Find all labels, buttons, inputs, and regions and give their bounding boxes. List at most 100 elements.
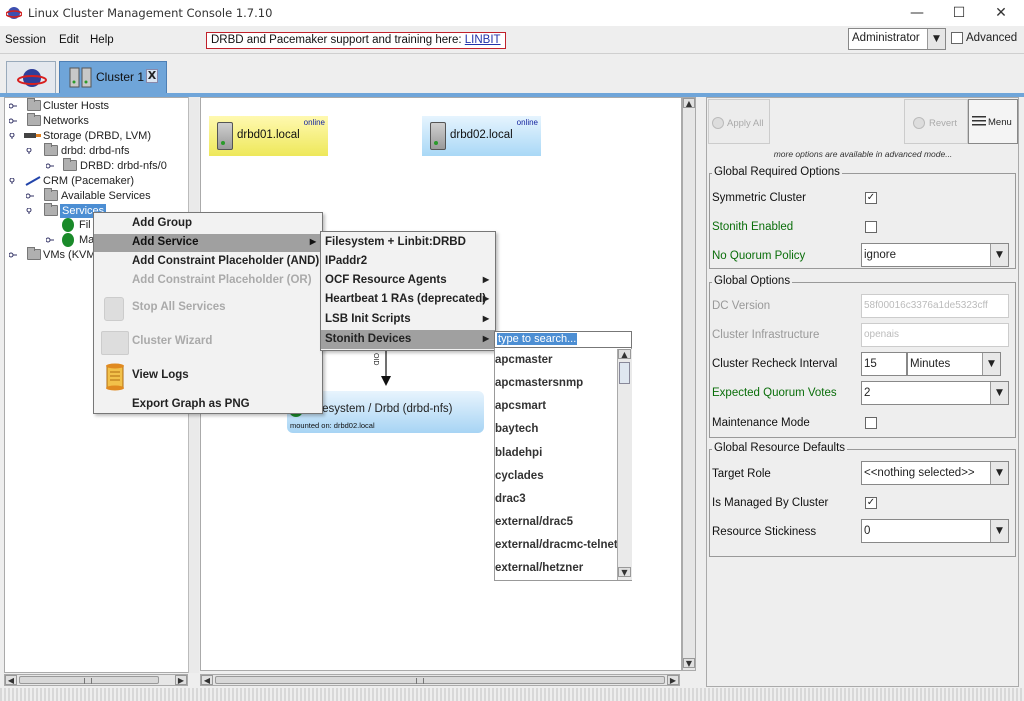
recheck-interval-input[interactable]: 15 (861, 352, 907, 376)
stonith-item-bladehpi[interactable]: bladehpi (495, 447, 542, 459)
stonith-list-scrollbar[interactable]: ▲ ▼ (617, 349, 632, 580)
scroll-down-icon[interactable]: ▼ (683, 658, 695, 668)
tree-handle-icon[interactable] (26, 193, 34, 199)
resource-stickiness-value: 0 (864, 525, 871, 537)
host-node-drbd02[interactable]: online drbd02.local (422, 116, 541, 156)
close-window-button[interactable]: ✕ (986, 3, 1016, 23)
advanced-checkbox[interactable] (951, 32, 963, 44)
menu-item-export-graph[interactable]: Export Graph as PNG (94, 396, 322, 414)
apply-icon (712, 117, 724, 129)
dc-version-value: 58f00016c3376a1de5323cff (864, 300, 988, 311)
tree-handle-icon[interactable] (26, 148, 34, 154)
chevron-down-icon[interactable]: ▼ (927, 29, 945, 49)
submenu-item-stonith-devices[interactable]: Stonith Devices ▶ (321, 330, 495, 349)
graph-horizontal-scrollbar[interactable]: ◀ ▶ (200, 674, 680, 686)
scroll-thumb[interactable] (19, 676, 159, 684)
chevron-down-icon[interactable]: ▼ (982, 353, 1000, 375)
target-role-select[interactable]: <<nothing selected>> ▼ (861, 461, 1009, 485)
menu-item-add-service[interactable]: Add Service ▶ (94, 234, 322, 252)
tree-handle-icon[interactable] (9, 118, 17, 124)
maintenance-mode-checkbox[interactable] (865, 417, 877, 429)
submenu-item-lsb-scripts[interactable]: LSB Init Scripts ▶ (321, 310, 495, 329)
menu-session[interactable]: Session (5, 34, 46, 46)
minimize-button[interactable]: — (902, 3, 932, 23)
scroll-up-icon[interactable]: ▲ (683, 98, 695, 108)
tree-item-storage[interactable]: Storage (DRBD, LVM) (8, 129, 188, 143)
tree-item-cluster-hosts[interactable]: Cluster Hosts (8, 98, 188, 113)
expected-quorum-votes-select[interactable]: 2 ▼ (861, 381, 1009, 405)
stonith-item-external-drac5[interactable]: external/drac5 (495, 516, 573, 528)
stonith-search-input[interactable]: type to search... (494, 331, 632, 348)
folder-icon (27, 98, 41, 111)
recheck-unit-select[interactable]: Minutes ▼ (907, 352, 1001, 376)
tree-item-crm[interactable]: CRM (Pacemaker) (8, 174, 188, 188)
scroll-up-icon[interactable]: ▲ (618, 349, 631, 359)
stonith-enabled-checkbox[interactable] (865, 221, 877, 233)
tree-handle-icon[interactable] (46, 237, 54, 243)
tree-horizontal-scrollbar[interactable]: ◀ ▶ (4, 674, 188, 686)
host-name: drbd02.local (450, 129, 513, 141)
scroll-thumb[interactable] (215, 676, 665, 684)
graph-vertical-scrollbar[interactable]: ▲ ▼ (682, 97, 696, 671)
stonith-item-external-hetzner[interactable]: external/hetzner (495, 562, 583, 574)
scroll-thumb[interactable] (619, 362, 630, 384)
menu-item-view-logs[interactable]: View Logs (94, 363, 322, 391)
tree-handle-icon[interactable] (26, 208, 34, 214)
stonith-item-external-dracmc-telnet[interactable]: external/dracmc-telnet (495, 539, 618, 551)
stonith-item-baytech[interactable]: baytech (495, 423, 538, 435)
no-quorum-policy-select[interactable]: ignore ▼ (861, 243, 1009, 267)
chevron-down-icon[interactable]: ▼ (990, 244, 1008, 266)
close-tab-button[interactable]: X (146, 69, 158, 83)
revert-button[interactable]: Revert (904, 99, 968, 144)
linbit-link[interactable]: LINBIT (465, 34, 501, 46)
stonith-item-cyclades[interactable]: cyclades (495, 470, 544, 482)
tree-handle-icon[interactable] (46, 163, 54, 169)
resource-stickiness-select[interactable]: 0 ▼ (861, 519, 1009, 543)
submenu-arrow-icon: ▶ (482, 314, 489, 323)
menu-item-add-constraint-or[interactable]: Add Constraint Placeholder (OR) (94, 272, 322, 290)
host-node-drbd01[interactable]: online drbd01.local (209, 116, 328, 156)
advanced-label: Advanced (966, 32, 1018, 44)
maximize-button[interactable]: ☐ (944, 3, 974, 23)
menu-edit[interactable]: Edit (59, 34, 79, 46)
tab-home[interactable] (6, 61, 56, 93)
chevron-down-icon[interactable]: ▼ (990, 382, 1008, 404)
no-quorum-policy-label: No Quorum Policy (712, 250, 806, 262)
tab-cluster-1[interactable]: Cluster 1 X (59, 61, 167, 94)
tree-handle-icon[interactable] (9, 252, 17, 258)
tree-handle-icon[interactable] (9, 103, 17, 109)
tree-item-drbd[interactable]: drbd: drbd-nfs (8, 143, 188, 158)
maintenance-mode-label: Maintenance Mode (712, 417, 810, 429)
submenu-item-ipaddr2[interactable]: IPaddr2 (321, 252, 495, 271)
stonith-item-drac3[interactable]: drac3 (495, 493, 526, 505)
chevron-down-icon[interactable]: ▼ (990, 462, 1008, 484)
stonith-item-apcsmart[interactable]: apcsmart (495, 400, 546, 412)
submenu-item-heartbeat-ras[interactable]: Heartbeat 1 RAs (deprecated) ▶ (321, 290, 495, 309)
scroll-right-icon[interactable]: ▶ (667, 675, 679, 685)
scroll-down-icon[interactable]: ▼ (618, 567, 631, 577)
tree-item-available-services[interactable]: Available Services (8, 188, 188, 203)
scroll-left-icon[interactable]: ◀ (5, 675, 17, 685)
chevron-down-icon[interactable]: ▼ (990, 520, 1008, 542)
symmetric-cluster-checkbox[interactable]: ✓ (865, 192, 877, 204)
user-role-select[interactable]: Administrator ▼ (848, 28, 946, 50)
menu-button[interactable]: Menu (968, 99, 1018, 144)
menu-item-cluster-wizard[interactable]: Cluster Wizard (94, 331, 322, 355)
tree-handle-icon[interactable] (9, 178, 17, 184)
apply-all-button[interactable]: Apply All (708, 99, 770, 144)
menu-item-add-group[interactable]: Add Group (94, 215, 322, 233)
tree-item-networks[interactable]: Networks (8, 113, 188, 128)
stonith-item-apcmastersnmp[interactable]: apcmastersnmp (495, 377, 583, 389)
menu-help[interactable]: Help (90, 34, 114, 46)
scroll-right-icon[interactable]: ▶ (175, 675, 187, 685)
submenu-item-ocf-agents[interactable]: OCF Resource Agents ▶ (321, 271, 495, 290)
tree-handle-icon[interactable] (9, 133, 17, 139)
stonith-item-apcmaster[interactable]: apcmaster (495, 354, 553, 366)
menu-item-add-constraint-and[interactable]: Add Constraint Placeholder (AND) (94, 253, 322, 271)
submenu-item-filesystem-drbd[interactable]: Filesystem + Linbit:DRBD (321, 233, 495, 252)
is-managed-checkbox[interactable]: ✓ (865, 497, 877, 509)
scroll-left-icon[interactable]: ◀ (201, 675, 213, 685)
folder-icon (44, 143, 58, 156)
menu-item-stop-all-services[interactable]: Stop All Services (94, 297, 322, 321)
tree-item-drbd-device[interactable]: DRBD: drbd-nfs/0 (8, 158, 188, 173)
